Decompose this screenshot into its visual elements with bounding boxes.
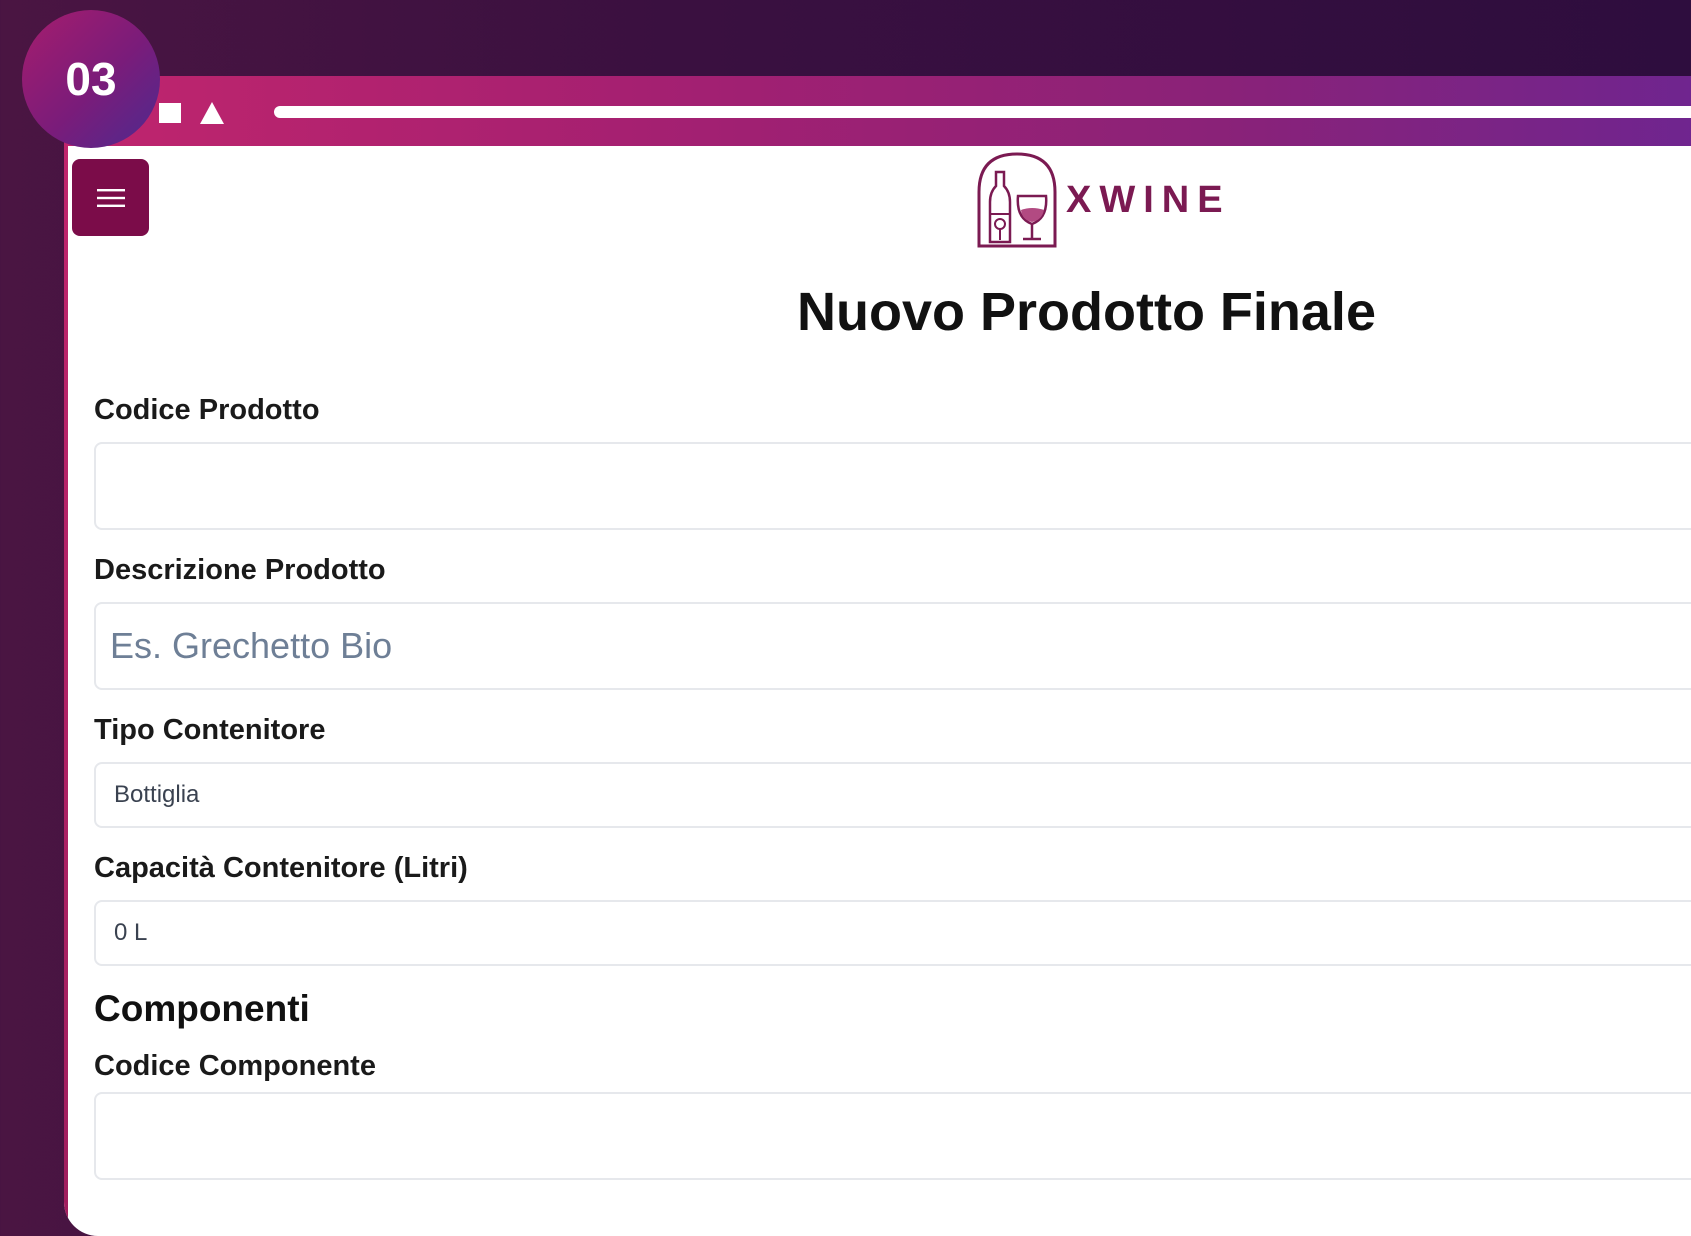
capacita-contenitore-input[interactable]: 0 L	[94, 900, 1691, 966]
descrizione-prodotto-placeholder: Es. Grechetto Bio	[110, 625, 393, 666]
codice-prodotto-label: Codice Prodotto	[94, 394, 320, 426]
address-bar[interactable]	[274, 106, 1691, 118]
tipo-contenitore-select[interactable]: Bottiglia	[94, 762, 1691, 828]
square-icon[interactable]	[159, 103, 181, 123]
page-title: Nuovo Prodotto Finale	[797, 282, 1376, 342]
tipo-contenitore-label: Tipo Contenitore	[94, 714, 326, 746]
codice-componente-input[interactable]	[94, 1092, 1691, 1180]
logo-text: XWINE	[1066, 178, 1231, 221]
capacita-contenitore-label: Capacità Contenitore (Litri)	[94, 852, 468, 884]
menu-button[interactable]	[72, 159, 149, 236]
triangle-icon[interactable]	[200, 102, 224, 124]
descrizione-prodotto-label: Descrizione Prodotto	[94, 554, 386, 586]
app-window: XWINE Nuovo Prodotto Finale Codice Prodo…	[64, 76, 1691, 1236]
step-badge: 03	[22, 10, 160, 148]
componenti-heading: Componenti	[94, 988, 310, 1029]
window-titlebar	[64, 76, 1691, 146]
wine-bottle-glass-logo	[977, 152, 1057, 248]
descrizione-prodotto-input[interactable]: Es. Grechetto Bio	[94, 602, 1691, 690]
tipo-contenitore-value: Bottiglia	[114, 781, 200, 808]
codice-prodotto-input[interactable]	[94, 442, 1691, 530]
codice-componente-label: Codice Componente	[94, 1050, 376, 1082]
hamburger-menu-icon	[96, 188, 125, 207]
app-logo: XWINE	[976, 150, 1231, 250]
capacita-contenitore-value: 0 L	[114, 919, 148, 946]
